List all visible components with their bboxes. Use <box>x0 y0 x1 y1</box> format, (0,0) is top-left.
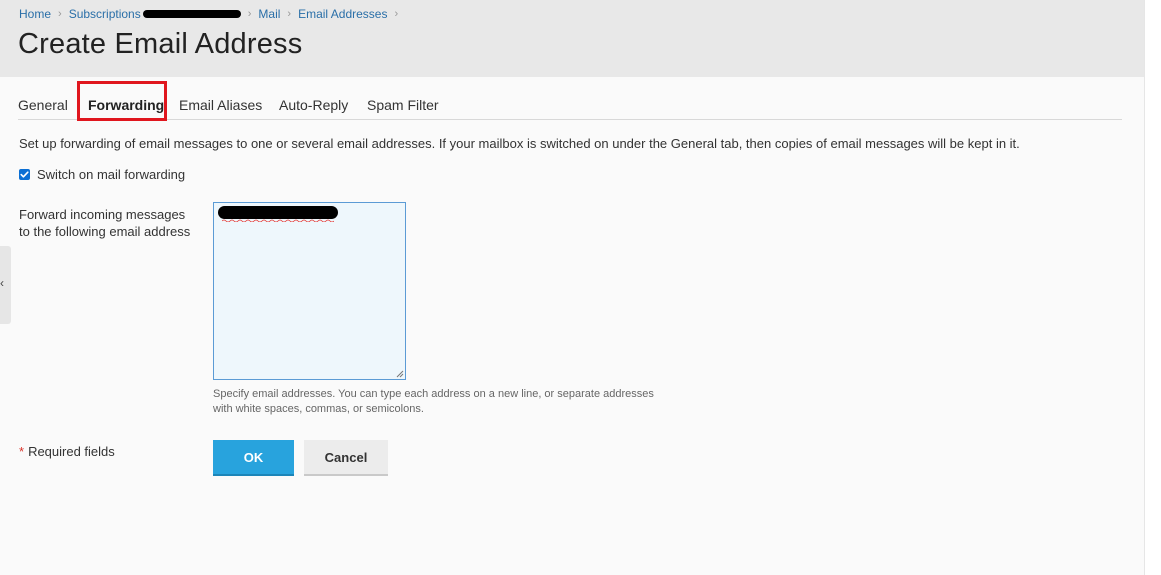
forwarding-description: Set up forwarding of email messages to o… <box>19 136 1020 151</box>
forwarding-checkbox[interactable] <box>19 169 30 180</box>
page-title: Create Email Address <box>18 28 303 60</box>
forward-field-label: Forward incoming messages to the followi… <box>19 207 191 239</box>
chevron-left-icon: ‹ <box>0 276 4 290</box>
chevron-right-icon: › <box>287 8 292 20</box>
forward-field-hint: Specify email addresses. You can type ea… <box>213 388 654 415</box>
required-fields-label: Required fields <box>28 444 115 459</box>
chevron-right-icon: › <box>247 8 252 20</box>
highlight-annotation-box <box>77 81 167 121</box>
breadcrumb-subscriptions-link[interactable]: Subscriptions <box>69 7 141 21</box>
redacted-email-address <box>218 206 338 219</box>
required-fields-note: * Required fields <box>19 444 115 459</box>
right-scrollbar-area <box>1144 0 1161 575</box>
checkmark-icon <box>20 171 29 178</box>
page-header: Home › Subscriptions › Mail › Email Addr… <box>0 0 1144 77</box>
ok-button[interactable]: OK <box>213 440 294 476</box>
forwarding-toggle-row[interactable]: Switch on mail forwarding <box>19 167 185 182</box>
forwarding-checkbox-label[interactable]: Switch on mail forwarding <box>37 167 185 182</box>
spellcheck-underline <box>222 219 334 222</box>
tab-bar: General Forwarding Email Aliases Auto-Re… <box>18 88 1122 120</box>
redacted-subscription-name[interactable] <box>142 10 241 18</box>
tab-auto-reply[interactable]: Auto-Reply <box>279 97 348 113</box>
breadcrumb-email-addresses-link[interactable]: Email Addresses <box>298 7 387 21</box>
breadcrumb: Home › Subscriptions › Mail › Email Addr… <box>19 7 405 21</box>
page: Home › Subscriptions › Mail › Email Addr… <box>0 0 1144 575</box>
forward-addresses-textarea[interactable] <box>213 202 406 380</box>
tab-spam-filter[interactable]: Spam Filter <box>367 97 439 113</box>
right-divider <box>1144 0 1145 575</box>
required-star: * <box>19 444 25 459</box>
breadcrumb-home-link[interactable]: Home <box>19 7 51 21</box>
breadcrumb-mail-link[interactable]: Mail <box>258 7 280 21</box>
resize-handle-icon[interactable] <box>395 369 404 378</box>
tab-general[interactable]: General <box>18 97 68 113</box>
cancel-button[interactable]: Cancel <box>304 440 388 476</box>
sidebar-collapse-handle[interactable]: ‹ <box>0 246 11 324</box>
chevron-right-icon: › <box>58 8 62 20</box>
tab-email-aliases[interactable]: Email Aliases <box>179 97 262 113</box>
chevron-right-icon: › <box>394 8 399 20</box>
